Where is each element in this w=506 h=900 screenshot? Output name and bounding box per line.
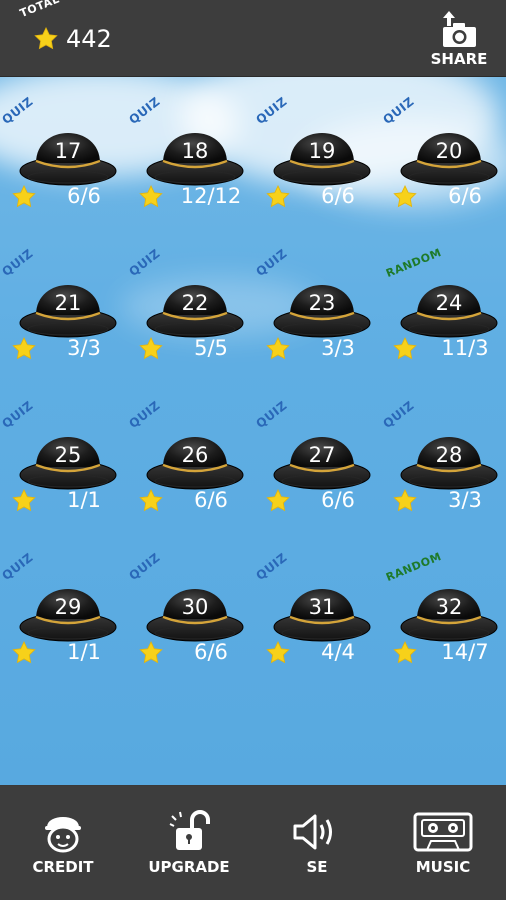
top-bar: TOTAL 442 SHARE: [0, 0, 506, 77]
level-number: 18: [181, 139, 209, 163]
se-label: SE: [306, 858, 328, 876]
level-28-button[interactable]: QUIZ 28 3/3: [380, 381, 506, 531]
level-number: 31: [308, 595, 336, 619]
level-score: 3/3: [67, 336, 101, 360]
unlock-icon: [169, 810, 210, 850]
level-number: 21: [54, 291, 82, 315]
star-icon: [266, 488, 290, 512]
face-icon: [45, 817, 81, 853]
star-icon: [139, 488, 163, 512]
level-score: 6/6: [194, 640, 228, 664]
level-number: 22: [181, 291, 209, 315]
level-31-button[interactable]: QUIZ 31 4/4: [253, 533, 386, 683]
level-23-button[interactable]: QUIZ 23 3/3: [253, 229, 386, 379]
level-number: 20: [435, 139, 463, 163]
level-number: 32: [435, 595, 463, 619]
level-number: 25: [54, 443, 82, 467]
level-score: 6/6: [321, 184, 355, 208]
level-number: 29: [54, 595, 82, 619]
star-icon: [393, 184, 417, 208]
level-number: 23: [308, 291, 336, 315]
level-score: 4/4: [321, 640, 355, 664]
level-29-button[interactable]: QUIZ 29 1/1: [0, 533, 132, 683]
level-18-button[interactable]: QUIZ 18 12/12: [126, 77, 259, 227]
level-number: 30: [181, 595, 209, 619]
star-icon: [34, 26, 58, 50]
star-icon: [12, 488, 36, 512]
level-number: 24: [435, 291, 463, 315]
level-27-button[interactable]: QUIZ 27 6/6: [253, 381, 386, 531]
level-25-button[interactable]: QUIZ 25 1/1: [0, 381, 132, 531]
star-icon: [266, 184, 290, 208]
level-score: 1/1: [67, 640, 101, 664]
level-score: 3/3: [321, 336, 355, 360]
level-score: 1/1: [67, 488, 101, 512]
music-label: MUSIC: [415, 858, 471, 876]
app-root: TOTAL 442 SHARE QUIZ 17 6/6 QUIZ 18 12/12 QUIZ…: [0, 0, 506, 900]
level-20-button[interactable]: QUIZ 20 6/6: [380, 77, 506, 227]
share-camera-icon: [443, 11, 476, 47]
sound-effects-button[interactable]: SE: [262, 786, 372, 900]
level-24-button[interactable]: RANDOM 24 11/3: [384, 229, 506, 379]
star-icon: [393, 488, 417, 512]
level-score: 14/7: [441, 640, 489, 664]
level-score: 6/6: [194, 488, 228, 512]
upgrade-label: UPGRADE: [148, 858, 230, 876]
level-score: 5/5: [194, 336, 228, 360]
star-icon: [12, 336, 36, 360]
star-icon: [266, 336, 290, 360]
share-button[interactable]: SHARE: [430, 8, 488, 70]
star-icon: [139, 184, 163, 208]
level-number: 26: [181, 443, 209, 467]
level-area: QUIZ 17 6/6 QUIZ 18 12/12 QUIZ 19 6/6 QUIZ 20 6/6 QU…: [0, 77, 506, 785]
total-label: TOTAL: [18, 0, 62, 21]
level-19-button[interactable]: QUIZ 19 6/6: [253, 77, 386, 227]
level-number: 27: [308, 443, 336, 467]
star-icon: [12, 640, 36, 664]
upgrade-button[interactable]: UPGRADE: [134, 786, 244, 900]
level-26-button[interactable]: QUIZ 26 6/6: [126, 381, 259, 531]
level-32-button[interactable]: RANDOM 32 14/7: [384, 533, 506, 683]
level-grid: QUIZ 17 6/6 QUIZ 18 12/12 QUIZ 19 6/6 QUIZ 20 6/6 QU…: [0, 77, 506, 785]
level-number: 28: [435, 443, 463, 467]
star-icon: [266, 640, 290, 664]
star-icon: [139, 640, 163, 664]
total-star-count: 442: [66, 25, 112, 53]
bottom-bar: CREDIT UPGRADE SE MUSIC: [0, 786, 506, 900]
level-score: 6/6: [321, 488, 355, 512]
level-17-button[interactable]: QUIZ 17 6/6: [0, 77, 132, 227]
level-30-button[interactable]: QUIZ 30 6/6: [126, 533, 259, 683]
level-22-button[interactable]: QUIZ 22 5/5: [126, 229, 259, 379]
level-score: 6/6: [67, 184, 101, 208]
star-icon: [139, 336, 163, 360]
level-21-button[interactable]: QUIZ 21 3/3: [0, 229, 132, 379]
credit-label: CREDIT: [32, 858, 94, 876]
star-icon: [393, 336, 417, 360]
star-icon: [393, 640, 417, 664]
share-label: SHARE: [430, 50, 488, 68]
level-number: 17: [54, 139, 82, 163]
credit-button[interactable]: CREDIT: [8, 786, 118, 900]
star-icon: [12, 184, 36, 208]
level-score: 3/3: [448, 488, 482, 512]
cassette-icon: [413, 812, 473, 852]
level-score: 6/6: [448, 184, 482, 208]
level-score: 11/3: [441, 336, 489, 360]
speaker-icon: [293, 814, 332, 850]
level-score: 12/12: [180, 184, 242, 208]
level-number: 19: [308, 139, 336, 163]
music-button[interactable]: MUSIC: [388, 786, 498, 900]
